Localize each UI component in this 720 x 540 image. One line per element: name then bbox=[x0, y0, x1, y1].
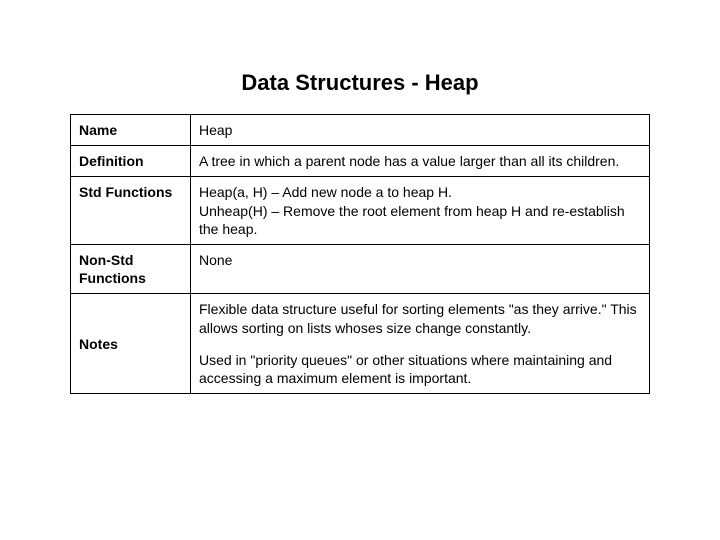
row-value-non-std-functions: None bbox=[191, 244, 650, 293]
row-value-notes: Flexible data structure useful for sorti… bbox=[191, 294, 650, 394]
std-functions-line1: Heap(a, H) – Add new node a to heap H. bbox=[199, 183, 641, 201]
row-label-non-std-functions: Non-Std Functions bbox=[71, 244, 191, 293]
std-functions-line2: Unheap(H) – Remove the root element from… bbox=[199, 202, 641, 238]
row-label-name: Name bbox=[71, 115, 191, 146]
row-label-notes: Notes bbox=[71, 294, 191, 394]
slide: Data Structures - Heap Name Heap Definit… bbox=[0, 0, 720, 540]
table-row: Non-Std Functions None bbox=[71, 244, 650, 293]
row-value-std-functions: Heap(a, H) – Add new node a to heap H. U… bbox=[191, 177, 650, 245]
page-title: Data Structures - Heap bbox=[70, 70, 650, 96]
row-label-definition: Definition bbox=[71, 146, 191, 177]
data-structure-table: Name Heap Definition A tree in which a p… bbox=[70, 114, 650, 394]
table-row: Name Heap bbox=[71, 115, 650, 146]
row-label-std-functions: Std Functions bbox=[71, 177, 191, 245]
table-row: Std Functions Heap(a, H) – Add new node … bbox=[71, 177, 650, 245]
row-value-definition: A tree in which a parent node has a valu… bbox=[191, 146, 650, 177]
notes-para1: Flexible data structure useful for sorti… bbox=[199, 300, 641, 336]
notes-para2: Used in "priority queues" or other situa… bbox=[199, 351, 641, 387]
row-value-name: Heap bbox=[191, 115, 650, 146]
table-row: Notes Flexible data structure useful for… bbox=[71, 294, 650, 394]
table-row: Definition A tree in which a parent node… bbox=[71, 146, 650, 177]
